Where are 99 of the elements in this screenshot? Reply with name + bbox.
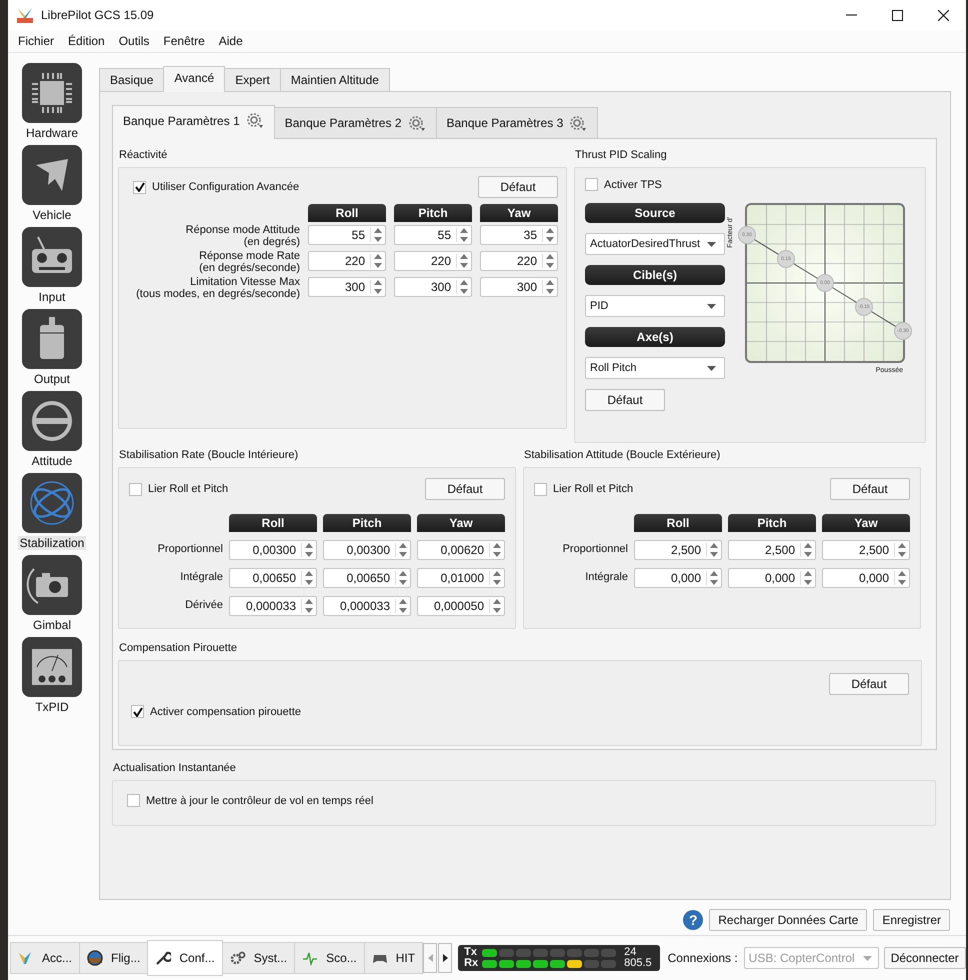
row-label: Limitation Vitesse Max (tous modes, en degrés/seconde) xyxy=(136,277,300,300)
section-header: Source xyxy=(585,203,725,223)
tab[interactable]: Banque Paramètres 1 xyxy=(112,105,275,139)
spin-box[interactable]: 0,00650 xyxy=(323,568,411,588)
spin-box[interactable]: 55 xyxy=(394,225,472,245)
column-header: Yaw xyxy=(822,514,910,532)
menu-item[interactable]: Aide xyxy=(210,34,249,48)
row-label: Réponse mode Rate (en degrés/seconde) xyxy=(198,251,300,274)
tab[interactable]: Basique xyxy=(99,68,164,91)
default-button[interactable]: Défaut xyxy=(830,478,910,500)
column-header: Roll xyxy=(308,204,386,222)
column-header: Yaw xyxy=(480,204,558,222)
spin-box[interactable]: 0,000033 xyxy=(229,596,317,616)
spin-box[interactable]: 220 xyxy=(394,251,472,271)
row-label: Dérivée xyxy=(184,600,223,612)
menu-item[interactable]: Fichier xyxy=(10,34,60,48)
spin-box[interactable]: 300 xyxy=(480,277,558,297)
row-label: Intégrale xyxy=(584,572,628,584)
meter-reading: 805.5 xyxy=(624,958,652,969)
spin-box[interactable]: 2,500 xyxy=(728,540,816,560)
menu-item[interactable]: Édition xyxy=(60,34,111,48)
spin-box[interactable]: 300 xyxy=(308,277,386,297)
section-header: Axe(s) xyxy=(585,327,725,347)
sidebar-item[interactable]: Vehicle xyxy=(30,208,74,222)
sidebar-item[interactable]: TxPID xyxy=(33,700,71,714)
spin-box[interactable]: 0,00300 xyxy=(229,540,317,560)
column-header: Pitch xyxy=(394,204,472,222)
footer-button[interactable]: Enregistrer xyxy=(873,909,950,931)
default-button[interactable]: Défaut xyxy=(478,176,558,198)
connection-label: Connexions : xyxy=(668,951,738,965)
row-label: Proportionnel xyxy=(158,544,223,556)
dropdown[interactable]: Roll Pitch xyxy=(585,357,725,379)
checkbox-label: Activer TPS xyxy=(604,178,662,190)
spin-box[interactable]: 220 xyxy=(480,251,558,271)
tab[interactable]: Expert xyxy=(224,68,281,91)
group-title: Compensation Pirouette xyxy=(118,642,238,656)
checkbox-label: Utiliser Configuration Avancée xyxy=(152,181,300,193)
dropdown[interactable]: ActuatorDesiredThrust xyxy=(585,233,725,255)
checkbox-label: Activer compensation pirouette xyxy=(150,706,302,718)
group-title: Thrust PID Scaling xyxy=(574,149,668,163)
meter-reading: 24 xyxy=(624,947,636,958)
mode-tab[interactable]: Sco... xyxy=(294,942,365,974)
spin-box[interactable]: 55 xyxy=(308,225,386,245)
sidebar-item[interactable]: Stabilization xyxy=(18,536,86,550)
meter-label: Rx xyxy=(464,958,478,969)
menu-item[interactable]: Outils xyxy=(110,34,156,48)
mode-tab[interactable]: Acc... xyxy=(10,942,80,974)
mode-tab[interactable]: Flig... xyxy=(79,942,148,974)
group-title: Stabilisation Attitude (Boucle Extérieure) xyxy=(523,449,722,463)
column-header: Yaw xyxy=(417,514,505,532)
default-button[interactable]: Défaut xyxy=(829,673,909,695)
tab[interactable]: Maintien Altitude xyxy=(280,68,390,91)
spin-box[interactable]: 0,000 xyxy=(728,568,816,588)
checkbox-label: Mettre à jour le contrôleur de vol en temps réel xyxy=(146,794,374,806)
mode-tab[interactable]: Syst... xyxy=(222,942,296,974)
row-label: Proportionnel xyxy=(562,544,628,556)
menu-item[interactable]: Fenêtre xyxy=(155,34,211,48)
column-header: Roll xyxy=(229,514,317,532)
tab[interactable]: Avancé xyxy=(163,66,226,92)
sidebar-item[interactable]: Hardware xyxy=(24,126,80,140)
spin-box[interactable]: 0,000 xyxy=(822,568,910,588)
spin-box[interactable]: 0,00650 xyxy=(229,568,317,588)
sidebar-item[interactable]: Attitude xyxy=(30,454,74,468)
sidebar-item[interactable]: Output xyxy=(32,372,72,386)
row-label: Réponse mode Attitude (en degrés) xyxy=(184,225,300,248)
tab[interactable]: Banque Paramètres 2 xyxy=(274,107,436,138)
meter-label: Tx xyxy=(464,947,478,958)
section-header: Cible(s) xyxy=(585,265,725,285)
spin-box[interactable]: 2,500 xyxy=(822,540,910,560)
default-button[interactable]: Défaut xyxy=(585,389,665,411)
spin-box[interactable]: 35 xyxy=(480,225,558,245)
group-title: Actualisation Instantanée xyxy=(112,762,237,776)
checkbox-label: Lier Roll et Pitch xyxy=(148,483,228,495)
column-header: Roll xyxy=(634,514,722,532)
spin-box[interactable]: 0,01000 xyxy=(417,568,505,588)
help-button[interactable]: ? xyxy=(683,910,704,930)
row-label: Intégrale xyxy=(179,572,223,584)
footer-button[interactable]: Recharger Données Carte xyxy=(709,909,868,931)
group-title: Stabilisation Rate (Boucle Intérieure) xyxy=(118,449,300,463)
spin-box[interactable]: 300 xyxy=(394,277,472,297)
spin-box[interactable]: 0,000 xyxy=(634,568,722,588)
default-button[interactable]: Défaut xyxy=(425,478,505,500)
tab[interactable]: Banque Paramètres 3 xyxy=(436,107,598,138)
sidebar-item[interactable]: Gimbal xyxy=(30,618,73,632)
spin-box[interactable]: 0,00300 xyxy=(323,540,411,560)
checkbox-label: Lier Roll et Pitch xyxy=(553,483,634,495)
group-title: Réactivité xyxy=(118,149,168,163)
window-title: LibrePilot GCS 15.09 xyxy=(41,8,154,22)
spin-box[interactable]: 0,000033 xyxy=(323,596,411,616)
mode-tab[interactable]: HIT xyxy=(364,942,424,974)
spin-box[interactable]: 2,500 xyxy=(634,540,722,560)
column-header: Pitch xyxy=(323,514,411,532)
mode-tab[interactable]: Conf... xyxy=(147,940,223,976)
spin-box[interactable]: 220 xyxy=(308,251,386,271)
sidebar-item[interactable]: Input xyxy=(36,290,68,304)
column-header: Pitch xyxy=(728,514,816,532)
spin-box[interactable]: 0,000050 xyxy=(417,596,505,616)
spin-box[interactable]: 0,00620 xyxy=(417,540,505,560)
dropdown[interactable]: PID xyxy=(585,295,725,317)
